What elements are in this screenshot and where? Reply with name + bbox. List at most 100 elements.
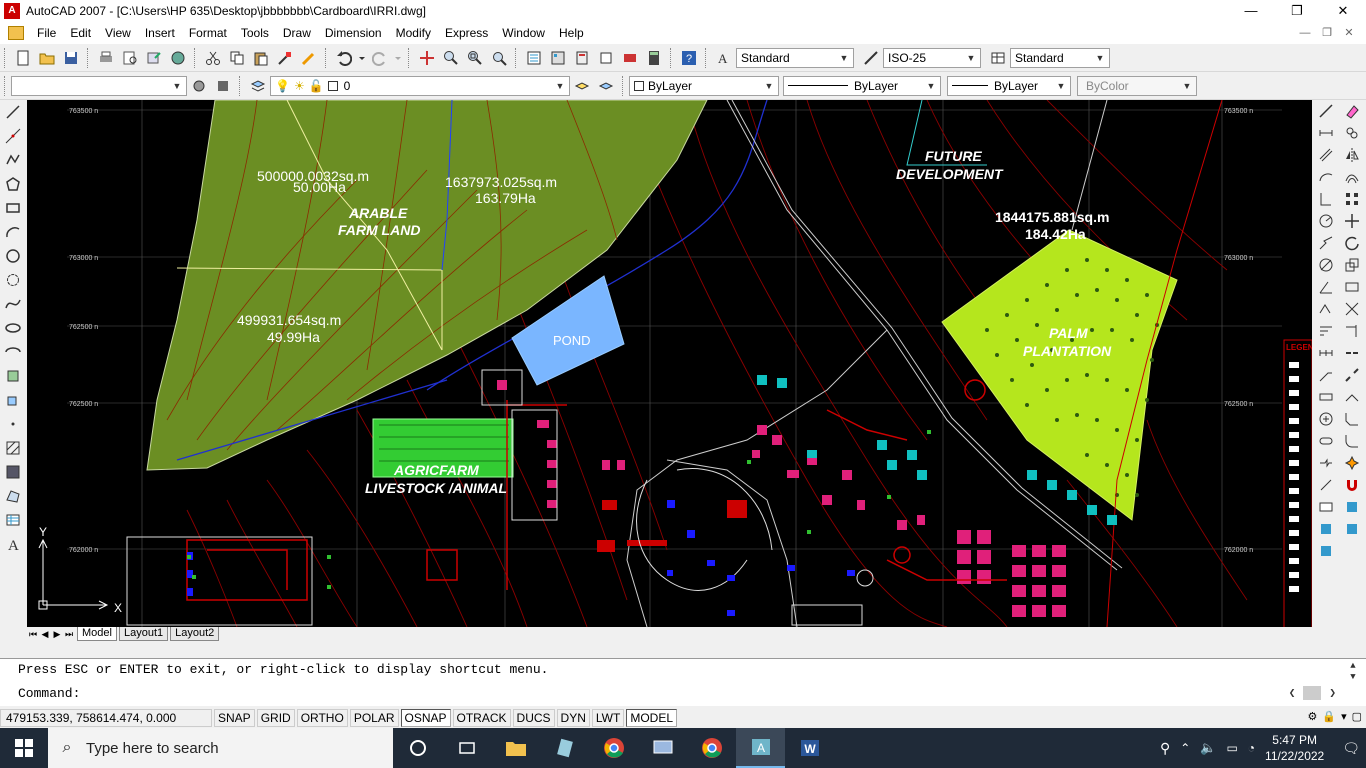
dimension-baseline-icon[interactable]	[1313, 320, 1339, 342]
show-hidden-icons-icon[interactable]: ⌃	[1180, 741, 1190, 755]
table-style-icon[interactable]	[987, 47, 1009, 69]
dimension-linear-icon[interactable]	[1313, 122, 1339, 144]
dyn-toggle[interactable]: DYN	[556, 709, 590, 727]
toolbar-grip[interactable]	[4, 75, 7, 96]
markup-icon[interactable]	[619, 47, 641, 69]
move-icon[interactable]	[1339, 210, 1365, 232]
volume-icon[interactable]: 🔈	[1200, 740, 1216, 756]
help-icon[interactable]: ?	[678, 47, 700, 69]
break-icon[interactable]	[1339, 364, 1365, 386]
autocad-app-icon[interactable]: A	[4, 3, 20, 19]
dimension-diameter-icon[interactable]	[1313, 254, 1339, 276]
command-prompt[interactable]: Command:	[18, 686, 80, 701]
network-icon[interactable]: ◔	[1248, 741, 1255, 755]
insert-block-icon[interactable]	[2, 365, 24, 387]
lock-toolbar-icon[interactable]: 🔒	[1322, 710, 1336, 723]
menu-modify[interactable]: Modify	[389, 22, 438, 44]
osnap-toggle[interactable]: OSNAP	[400, 709, 451, 727]
fillet-icon[interactable]	[1339, 430, 1365, 452]
rotate-icon[interactable]	[1339, 232, 1365, 254]
dimension-aligned-icon[interactable]	[1313, 144, 1339, 166]
people-icon[interactable]: ⚲	[1160, 740, 1170, 757]
open-icon[interactable]	[36, 47, 58, 69]
arc-icon[interactable]	[2, 221, 24, 243]
command-hscrollbar[interactable]: ❮ ❯	[1289, 686, 1336, 700]
network-app-icon[interactable]	[638, 728, 687, 768]
maximize-button[interactable]: ❐	[1274, 0, 1320, 22]
workspace-select[interactable]: ▼	[11, 75, 187, 96]
status-menu-icon[interactable]: ▾	[1341, 710, 1347, 723]
stretch-icon[interactable]	[1339, 276, 1365, 298]
plot-style-select[interactable]: ByColor ▼	[1077, 75, 1197, 96]
tab-model[interactable]: Model	[77, 627, 117, 641]
copy-object-icon[interactable]	[1339, 122, 1365, 144]
make-block-icon[interactable]	[2, 389, 24, 411]
design-center-icon[interactable]	[547, 47, 569, 69]
properties-icon[interactable]	[523, 47, 545, 69]
calculator-icon[interactable]	[643, 47, 665, 69]
ortho-toggle[interactable]: ORTHO	[296, 709, 348, 727]
lwt-toggle[interactable]: LWT	[591, 709, 625, 727]
break-at-point-icon[interactable]	[1339, 342, 1365, 364]
next-tab-icon[interactable]: ▶	[51, 629, 63, 640]
center-mark-icon[interactable]	[1313, 408, 1339, 430]
offset-icon[interactable]	[1339, 166, 1365, 188]
dim-style-icon[interactable]	[860, 47, 882, 69]
gradient-icon[interactable]	[2, 461, 24, 483]
notifications-icon[interactable]: 🗨	[1342, 740, 1360, 757]
tab-layout1[interactable]: Layout1	[118, 627, 169, 641]
mirror-icon[interactable]	[1339, 144, 1365, 166]
layer-previous-icon[interactable]	[595, 75, 617, 97]
minimize-button[interactable]: —	[1228, 0, 1274, 22]
redo-icon[interactable]	[369, 47, 391, 69]
tool-palettes-icon[interactable]	[571, 47, 593, 69]
dimension-edit-icon[interactable]	[1313, 474, 1339, 496]
word-icon[interactable]: W	[785, 728, 834, 768]
scale-icon[interactable]	[1339, 254, 1365, 276]
menu-edit[interactable]: Edit	[63, 22, 98, 44]
plot-icon[interactable]	[95, 47, 117, 69]
table-style-select[interactable]: Standard ▼	[1010, 47, 1110, 68]
otrack-toggle[interactable]: OTRACK	[452, 709, 511, 727]
polygon-icon[interactable]	[2, 173, 24, 195]
menu-window[interactable]: Window	[495, 22, 552, 44]
taskbar-clock[interactable]: 5:47 PM 11/22/2022	[1265, 732, 1324, 764]
polar-toggle[interactable]: POLAR	[349, 709, 399, 727]
document-icon[interactable]	[8, 26, 24, 40]
new-icon[interactable]	[12, 47, 34, 69]
dimension-update-icon[interactable]	[1339, 496, 1365, 518]
dimension-radius-icon[interactable]	[1313, 210, 1339, 232]
region-icon[interactable]	[2, 485, 24, 507]
battery-icon[interactable]: ▭	[1226, 741, 1237, 755]
tolerance-icon[interactable]	[1313, 386, 1339, 408]
polyline-icon[interactable]	[2, 149, 24, 171]
copy-icon[interactable]	[226, 47, 248, 69]
last-tab-icon[interactable]: ⏭	[63, 629, 75, 640]
zoom-realtime-icon[interactable]	[440, 47, 462, 69]
revision-cloud-icon[interactable]	[2, 269, 24, 291]
layer-select[interactable]: 💡 ☀ 🔓 0 ▼	[270, 75, 570, 96]
task-view-icon[interactable]	[442, 728, 491, 768]
zoom-window-icon[interactable]	[464, 47, 486, 69]
match-properties-icon[interactable]	[274, 47, 296, 69]
menu-insert[interactable]: Insert	[138, 22, 182, 44]
menu-format[interactable]: Format	[182, 22, 234, 44]
ellipse-arc-icon[interactable]	[2, 341, 24, 363]
dimension-reassociate-icon[interactable]	[1313, 540, 1339, 562]
layer-manager-icon[interactable]	[247, 75, 269, 97]
previous-tab-icon[interactable]: ◀	[39, 629, 51, 640]
close-button[interactable]: ✕	[1320, 0, 1366, 22]
rectangle-icon[interactable]	[2, 197, 24, 219]
undo-icon[interactable]	[333, 47, 355, 69]
block-editor-icon[interactable]	[298, 47, 320, 69]
multiline-text-icon[interactable]: A	[2, 533, 24, 555]
doc-minimize-button[interactable]: —	[1294, 22, 1316, 44]
workspace-settings-icon[interactable]	[188, 75, 210, 97]
chrome-icon[interactable]	[589, 728, 638, 768]
hatch-icon[interactable]	[2, 437, 24, 459]
explode-icon[interactable]	[1339, 452, 1365, 474]
chamfer-icon[interactable]	[1339, 408, 1365, 430]
ellipse-icon[interactable]	[2, 317, 24, 339]
scroll-right-icon[interactable]: ❯	[1329, 686, 1336, 700]
dimension-jogged-linear-icon[interactable]	[1313, 452, 1339, 474]
